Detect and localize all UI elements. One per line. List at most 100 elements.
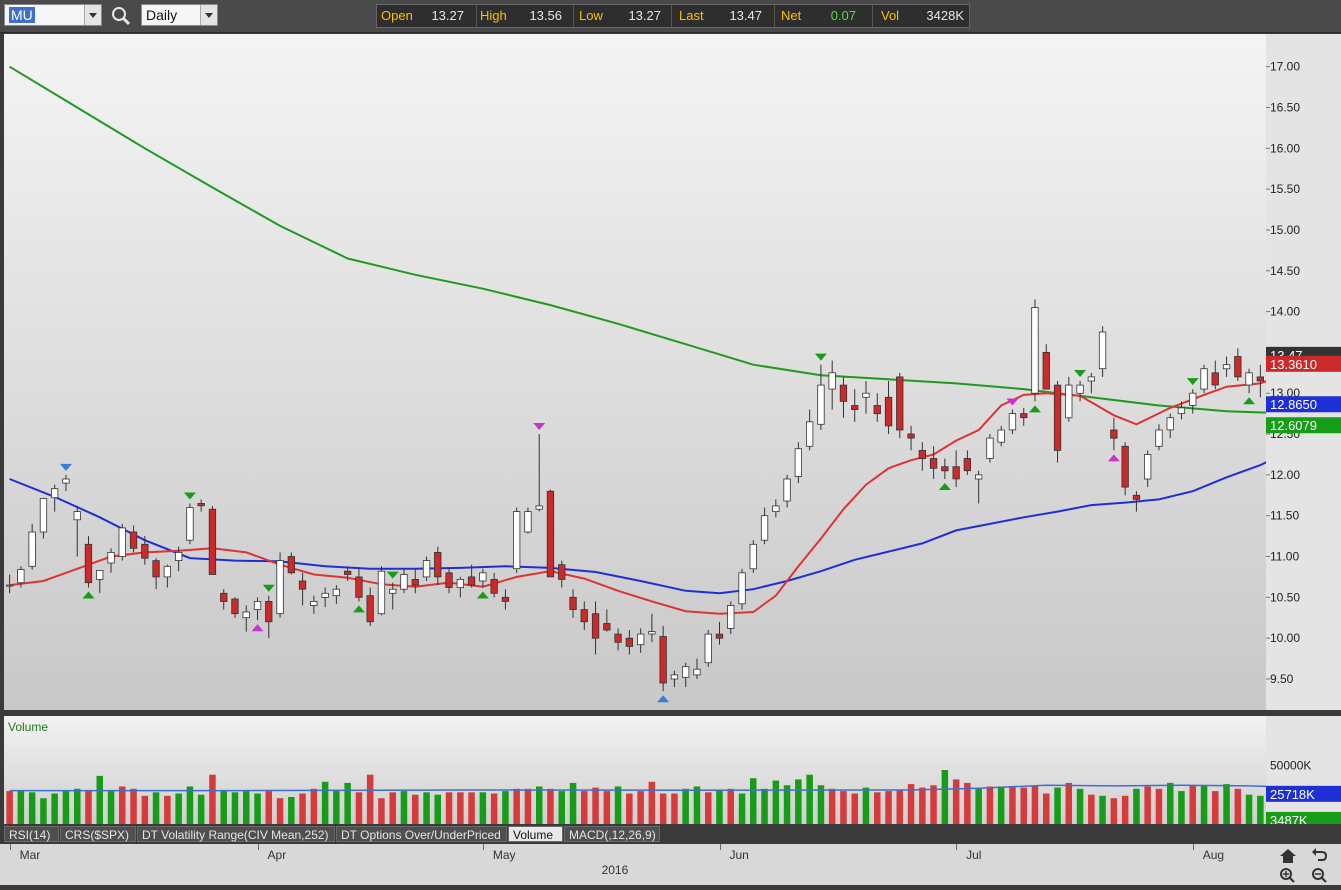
volume-bar bbox=[423, 792, 430, 824]
volume-bar bbox=[885, 791, 892, 824]
volume-bar bbox=[445, 792, 453, 824]
candle bbox=[963, 450, 971, 475]
volume-bar bbox=[896, 790, 903, 824]
toolbar: MU Daily Open 13.27 High 13.56 Low 13.27… bbox=[0, 0, 1341, 33]
month-label: Jun bbox=[729, 848, 749, 862]
study-tab[interactable]: DT Volatility Range(CIV Mean,252) bbox=[137, 826, 335, 842]
candle-body bbox=[479, 572, 487, 582]
zoom-out-icon[interactable] bbox=[1312, 868, 1327, 883]
candle-body bbox=[208, 508, 217, 575]
candle-body bbox=[569, 596, 577, 610]
candle-body bbox=[1121, 445, 1129, 488]
undo-icon[interactable] bbox=[1312, 848, 1328, 861]
candle bbox=[648, 613, 656, 643]
home-icon[interactable] bbox=[1280, 849, 1296, 863]
candle-body bbox=[400, 574, 408, 590]
candle-body bbox=[343, 570, 352, 575]
volume-chart[interactable]: Volume bbox=[4, 716, 1341, 824]
candle bbox=[952, 450, 960, 488]
candle-body bbox=[1222, 364, 1231, 370]
candle-body bbox=[941, 466, 949, 472]
price-chart-pane[interactable] bbox=[4, 34, 1341, 710]
candle bbox=[276, 552, 284, 618]
quote-vol-label: Vol bbox=[881, 8, 900, 23]
volume-badge-label: 25718K bbox=[1270, 787, 1315, 802]
volume-bar bbox=[862, 787, 870, 824]
candle bbox=[321, 587, 329, 608]
price-chart[interactable] bbox=[4, 34, 1341, 710]
candle-body bbox=[220, 592, 228, 602]
candle bbox=[693, 658, 701, 679]
quote-low-value: 13.27 bbox=[628, 8, 661, 23]
candle bbox=[704, 629, 712, 667]
candle-body bbox=[174, 552, 183, 562]
volume-bar bbox=[17, 790, 25, 824]
candle-body bbox=[839, 384, 848, 402]
candle bbox=[738, 568, 746, 610]
candle-body bbox=[118, 527, 126, 557]
candle bbox=[535, 434, 543, 512]
candle bbox=[129, 525, 138, 553]
candle-body bbox=[997, 429, 1005, 443]
candle-body bbox=[1065, 384, 1073, 419]
date-axis[interactable]: 2016 Mar Apr May Jun Jul Aug bbox=[0, 844, 1266, 885]
study-tab[interactable]: RSI(14) bbox=[4, 826, 59, 842]
interval-select[interactable]: Daily bbox=[141, 4, 218, 26]
candle-body bbox=[648, 631, 656, 635]
zoom-in-icon[interactable] bbox=[1280, 868, 1295, 883]
volume-bar bbox=[1178, 791, 1185, 824]
signal-marker bbox=[59, 463, 72, 471]
signal-marker bbox=[1186, 378, 1199, 386]
study-tab[interactable]: Volume bbox=[508, 826, 563, 842]
price-axis[interactable]: 17.0016.5016.0015.5015.0014.5014.0013.50… bbox=[1266, 34, 1341, 710]
study-tab[interactable]: MACD(,12,26,9) bbox=[564, 826, 660, 842]
volume-bar bbox=[1155, 788, 1163, 824]
volume-bar bbox=[186, 786, 194, 824]
symbol-input[interactable]: MU bbox=[4, 4, 102, 26]
quote-low-label: Low bbox=[579, 8, 603, 23]
symbol-dropdown-icon[interactable] bbox=[84, 5, 101, 25]
price-tick-label: 11.50 bbox=[1270, 509, 1299, 523]
candle-body bbox=[884, 396, 893, 427]
candle bbox=[479, 568, 487, 588]
study-tab[interactable]: DT Options Over/UnderPriced bbox=[336, 826, 507, 842]
volume-bar bbox=[479, 792, 487, 824]
candle bbox=[1166, 413, 1174, 439]
candle bbox=[220, 589, 228, 610]
candle-body bbox=[467, 576, 476, 586]
volume-bar bbox=[254, 793, 261, 824]
candle-body bbox=[84, 543, 93, 584]
candle-body bbox=[727, 605, 735, 629]
price-badge: 12.8650 bbox=[1266, 396, 1341, 413]
signal-marker bbox=[1029, 405, 1042, 413]
candle-body bbox=[1110, 429, 1118, 439]
candle-body bbox=[1211, 372, 1219, 386]
candle bbox=[986, 434, 994, 463]
candle-body bbox=[1200, 368, 1208, 390]
quote-volume: Vol 3428K bbox=[872, 5, 969, 27]
candle-body bbox=[422, 560, 431, 578]
study-tab[interactable]: CRS($SPX) bbox=[60, 826, 136, 842]
candle-body bbox=[862, 392, 870, 398]
interval-dropdown-icon[interactable] bbox=[200, 5, 217, 25]
quote-high: High 13.56 bbox=[476, 5, 574, 27]
volume-bar bbox=[1167, 782, 1174, 824]
candle bbox=[96, 570, 104, 594]
search-icon[interactable] bbox=[110, 5, 132, 27]
candle bbox=[298, 572, 307, 606]
volume-pane[interactable]: Volume bbox=[4, 716, 1341, 824]
volume-bar bbox=[243, 791, 250, 824]
candle-body bbox=[197, 502, 205, 507]
volume-bar bbox=[152, 792, 160, 824]
quote-high-label: High bbox=[480, 8, 507, 23]
volume-bar bbox=[412, 794, 419, 824]
volume-bar bbox=[693, 786, 701, 824]
month-label: Aug bbox=[1202, 848, 1225, 862]
volume-bar bbox=[952, 779, 960, 824]
volume-bar bbox=[231, 792, 239, 824]
volume-bar bbox=[28, 792, 36, 824]
candle-body bbox=[39, 498, 48, 533]
navigation-icons bbox=[1266, 844, 1341, 885]
volume-bar bbox=[727, 788, 734, 824]
volume-bar bbox=[569, 782, 577, 824]
